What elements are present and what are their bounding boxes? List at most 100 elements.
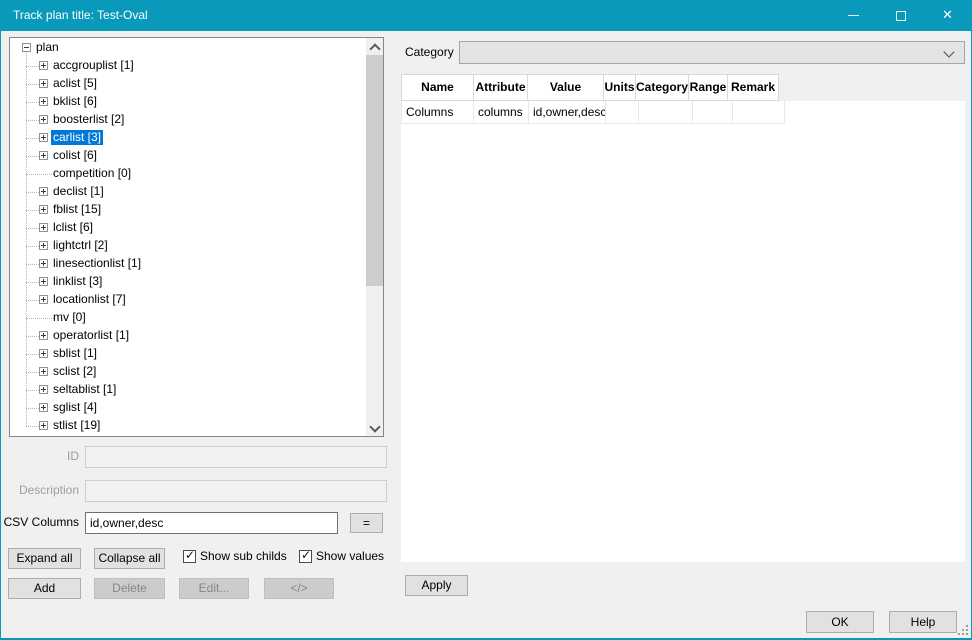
apply-button[interactable]: Apply (405, 575, 468, 596)
tree-item-competition[interactable]: competition [0] (10, 165, 366, 183)
expand-all-button[interactable]: Expand all (8, 548, 81, 569)
expand-icon[interactable] (39, 277, 48, 286)
scrollbar-down-button[interactable] (366, 419, 383, 436)
show-values-checkbox[interactable]: ✓ Show values (299, 549, 384, 563)
expand-icon[interactable] (39, 205, 48, 214)
expand-icon[interactable] (39, 259, 48, 268)
minimize-button[interactable] (830, 0, 877, 31)
category-dropdown[interactable] (459, 41, 965, 64)
expand-icon[interactable] (39, 421, 48, 430)
tree-connector (26, 354, 39, 355)
tree-item-colist[interactable]: colist [6] (10, 147, 366, 165)
tree-item-linesectionlist[interactable]: linesectionlist [1] (10, 255, 366, 273)
tree-item-label: mv [0] (51, 310, 88, 325)
description-label: Description (1, 480, 79, 501)
close-button[interactable]: ✕ (924, 0, 971, 31)
tree-item-label: colist [6] (51, 148, 99, 163)
tree-item-linklist[interactable]: linklist [3] (10, 273, 366, 291)
tree-item-operatorlist[interactable]: operatorlist [1] (10, 327, 366, 345)
csv-columns-field[interactable] (85, 512, 338, 534)
collapse-icon[interactable] (22, 43, 31, 52)
tree-item-boosterlist[interactable]: boosterlist [2] (10, 111, 366, 129)
expand-icon[interactable] (39, 367, 48, 376)
tree-item-sclist[interactable]: sclist [2] (10, 363, 366, 381)
tree-item-label: lightctrl [2] (51, 238, 110, 253)
table-cell[interactable] (693, 101, 733, 124)
chevron-up-icon (369, 43, 380, 54)
scrollbar-thumb[interactable] (366, 55, 383, 286)
tree-item-mv[interactable]: mv [0] (10, 309, 366, 327)
equals-button[interactable]: = (350, 513, 383, 533)
ok-button[interactable]: OK (806, 611, 874, 633)
tree-item-stlist[interactable]: stlist [19] (10, 417, 366, 435)
scrollbar-up-button[interactable] (366, 38, 383, 55)
table-row[interactable]: Columnscolumnsid,owner,desc (401, 101, 785, 124)
chevron-down-icon (369, 421, 380, 432)
expand-icon[interactable] (39, 79, 48, 88)
table-header-cell[interactable]: Units (603, 74, 636, 101)
maximize-icon (896, 11, 906, 21)
table-header-cell[interactable]: Value (527, 74, 604, 101)
table-cell[interactable]: id,owner,desc (529, 101, 606, 124)
table-cell[interactable] (733, 101, 785, 124)
expand-icon[interactable] (39, 133, 48, 142)
add-button[interactable]: Add (8, 578, 81, 599)
tree-scrollbar[interactable] (366, 38, 383, 436)
expand-icon[interactable] (39, 241, 48, 250)
tree-item-label: sblist [1] (51, 346, 99, 361)
tree-item-label: accgrouplist [1] (51, 58, 136, 73)
expand-icon[interactable] (39, 385, 48, 394)
expand-icon[interactable] (39, 115, 48, 124)
tree-connector (26, 66, 39, 67)
table-cell[interactable] (639, 101, 693, 124)
tree-item-sblist[interactable]: sblist [1] (10, 345, 366, 363)
expand-icon[interactable] (39, 61, 48, 70)
tree-item-label: stlist [19] (51, 418, 102, 433)
tree-item-label: linklist [3] (51, 274, 104, 289)
table-cell[interactable] (606, 101, 639, 124)
tree-item-fblist[interactable]: fblist [15] (10, 201, 366, 219)
attribute-grid-header: NameAttributeValueUnitsCategoryRangeRema… (401, 74, 779, 101)
code-view-button[interactable]: </> (264, 578, 334, 599)
resize-grip-icon[interactable] (958, 625, 960, 627)
id-field[interactable] (85, 446, 387, 468)
expand-icon[interactable] (39, 187, 48, 196)
tree-item-carlist[interactable]: carlist [3] (10, 129, 366, 147)
show-sub-childs-checkbox[interactable]: ✓ Show sub childs (183, 549, 287, 563)
description-field[interactable] (85, 480, 387, 502)
table-header-cell[interactable]: Category (635, 74, 689, 101)
csv-columns-label: CSV Columns (1, 512, 79, 533)
collapse-all-button[interactable]: Collapse all (94, 548, 165, 569)
expand-icon[interactable] (39, 349, 48, 358)
tree-item-aclist[interactable]: aclist [5] (10, 75, 366, 93)
table-header-cell[interactable]: Attribute (473, 74, 528, 101)
edit-button[interactable]: Edit... (179, 578, 249, 599)
expand-icon[interactable] (39, 97, 48, 106)
tree-item-declist[interactable]: declist [1] (10, 183, 366, 201)
table-header-cell[interactable]: Remark (727, 74, 779, 101)
maximize-button[interactable] (877, 0, 924, 31)
table-header-cell[interactable]: Name (401, 74, 474, 101)
tree-item-label: locationlist [7] (51, 292, 128, 307)
id-label: ID (1, 446, 79, 467)
table-cell[interactable]: columns (474, 101, 529, 124)
expand-icon[interactable] (39, 403, 48, 412)
tree-item-seltablist[interactable]: seltablist [1] (10, 381, 366, 399)
tree-item-lightctrl[interactable]: lightctrl [2] (10, 237, 366, 255)
expand-icon[interactable] (39, 151, 48, 160)
expand-icon[interactable] (39, 331, 48, 340)
tree-connector (26, 336, 39, 337)
expand-icon[interactable] (39, 295, 48, 304)
table-header-cell[interactable]: Range (688, 74, 728, 101)
tree-item-lclist[interactable]: lclist [6] (10, 219, 366, 237)
tree-item-locationlist[interactable]: locationlist [7] (10, 291, 366, 309)
minimize-icon (848, 15, 859, 16)
tree-item-sglist[interactable]: sglist [4] (10, 399, 366, 417)
tree-item-plan[interactable]: plan (10, 39, 366, 57)
delete-button[interactable]: Delete (94, 578, 165, 599)
table-cell[interactable]: Columns (401, 101, 474, 124)
expand-icon[interactable] (39, 223, 48, 232)
tree-item-accgrouplist[interactable]: accgrouplist [1] (10, 57, 366, 75)
tree-item-bklist[interactable]: bklist [6] (10, 93, 366, 111)
help-button[interactable]: Help (889, 611, 957, 633)
